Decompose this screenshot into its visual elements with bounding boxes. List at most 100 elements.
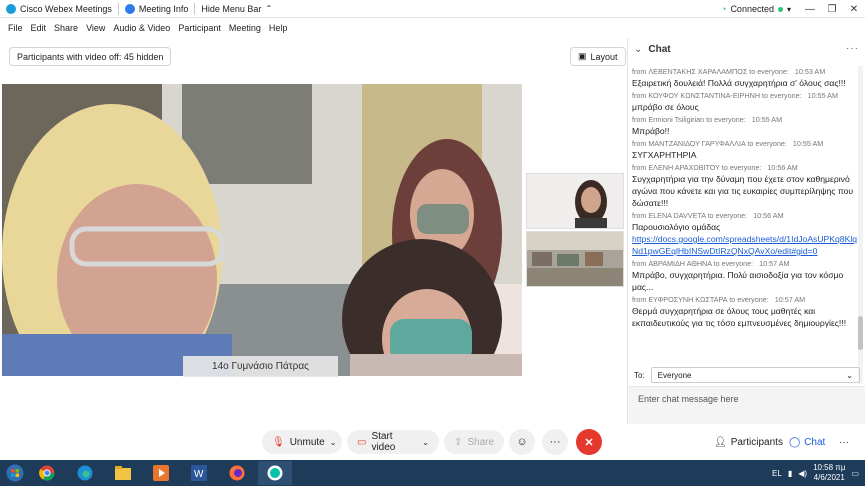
leave-meeting-button[interactable]: ✕ <box>576 429 602 455</box>
hidden-participants-button[interactable]: Participants with video off: 45 hidden <box>9 47 172 66</box>
reactions-button[interactable]: ☺ <box>509 429 535 455</box>
video-off-icon: ▭ <box>357 436 367 448</box>
active-speaker-video[interactable] <box>2 84 522 376</box>
volume-icon[interactable]: ◀) <box>798 469 807 478</box>
network-icon[interactable]: ▮ <box>788 469 792 478</box>
chat-message-list[interactable]: from ΛΕΒΕΝΤΑΚΗΣ ΧΑΡΑΛΑΜΠΟΣ to everyone: 1… <box>632 66 858 384</box>
chat-text: Εξαιρετική δουλειά! Πολλά συγχαρητήρια σ… <box>632 78 846 88</box>
taskbar-webex[interactable] <box>258 461 292 485</box>
connection-status-label: Connected <box>730 4 774 14</box>
participants-icon: 👤︎ <box>714 436 727 448</box>
more-icon: ··· <box>549 436 561 448</box>
layout-button[interactable]: ▣ Layout <box>570 47 626 66</box>
chat-button[interactable]: ◯ Chat <box>783 430 831 454</box>
hidden-participants-label: Participants with video off: 45 hidden <box>17 51 164 62</box>
chat-time: 10:57 AM <box>759 259 790 268</box>
media-player-icon <box>153 465 169 481</box>
menu-view[interactable]: View <box>82 23 109 33</box>
chat-input-placeholder: Enter chat message here <box>638 394 739 404</box>
close-window-button[interactable]: ✕ <box>843 0 865 18</box>
status-dot-icon <box>777 6 783 12</box>
start-button[interactable] <box>0 461 30 485</box>
connection-status[interactable]: ◔ Connected ▾ <box>713 4 799 14</box>
recipient-label: To: <box>634 370 645 380</box>
start-video-label: Start video <box>371 431 396 453</box>
recipient-select[interactable]: Everyone ⌄ <box>650 367 860 383</box>
chat-message: from ΕΥΦΡΟΣΥΝΗ ΚΩΣΤΑΡΑ to everyone: 10:57… <box>632 294 858 329</box>
chat-title: Chat <box>648 43 671 55</box>
chat-text: Θερμά συγχαρητήρια σε όλους τους μαθητές… <box>632 306 847 328</box>
share-screen-icon: ⇪ <box>454 436 463 448</box>
more-options-icon[interactable]: ··· <box>846 43 859 54</box>
smiley-icon: ☺ <box>516 436 528 448</box>
menu-audio-video[interactable]: Audio & Video <box>109 23 174 33</box>
more-icon: ··· <box>839 436 849 448</box>
video-frame-image <box>2 84 522 376</box>
menu-edit[interactable]: Edit <box>27 23 51 33</box>
chat-sender: from ΑΒΡΑΜΙΔΗ ΑΘΗΝΑ to everyone: <box>632 259 754 268</box>
chevron-down-icon[interactable]: ⌄ <box>634 44 642 55</box>
maximize-button[interactable]: ❐ <box>821 0 843 18</box>
chat-link[interactable]: https://docs.google.com/spreadsheets/d/1… <box>632 233 858 257</box>
layout-icon: ▣ <box>578 51 587 61</box>
thumbnail-image <box>527 174 623 228</box>
participants-button[interactable]: 👤︎ Participants <box>708 430 789 454</box>
taskbar-chrome[interactable] <box>30 461 64 485</box>
more-panels-button[interactable]: ··· <box>833 430 855 454</box>
microphone-muted-icon: 🎙︎ <box>272 436 285 448</box>
taskbar-edge[interactable] <box>68 461 102 485</box>
chevron-down-icon: ⌄ <box>329 437 337 447</box>
chat-time: 10:55 AM <box>807 91 838 100</box>
chat-text: Μπράβο!! <box>632 126 670 136</box>
chat-header: ⌄ Chat <box>628 38 865 60</box>
notifications-icon[interactable]: ▭ <box>851 469 859 478</box>
menu-meeting[interactable]: Meeting <box>225 23 265 33</box>
scrollbar-thumb[interactable] <box>858 316 863 350</box>
chat-message: from ΕΛΕΝΗ ΑΡΑΧΩΒΙΤΟΥ to everyone: 10:56 … <box>632 162 858 209</box>
chat-input[interactable]: Enter chat message here <box>628 386 865 424</box>
menu-share[interactable]: Share <box>50 23 82 33</box>
signal-icon: ◔ <box>721 4 727 14</box>
unmute-button[interactable]: 🎙︎ Unmute ⌄ <box>262 430 342 454</box>
share-label: Share <box>467 436 495 448</box>
chat-message: from ΜΑΝΤΖΑΝΙΔΟΥ ΓΑΡΥΦΑΛΛΙΑ to everyone:… <box>632 138 858 161</box>
hide-menu-bar-button[interactable]: Hide Menu Bar ⌃ <box>195 0 278 18</box>
language-indicator[interactable]: EL <box>772 469 782 478</box>
app-title: Cisco Webex Meetings <box>0 0 118 18</box>
chat-scrollbar[interactable] <box>858 66 863 384</box>
info-icon <box>124 3 135 14</box>
minimize-button[interactable]: — <box>799 0 821 18</box>
clock[interactable]: 10:58 πμ 4/6/2021 <box>813 463 845 483</box>
close-icon: ✕ <box>584 436 594 449</box>
participant-thumbnail-2[interactable] <box>526 231 624 287</box>
taskbar-explorer[interactable] <box>106 461 140 485</box>
chat-time: 10:53 AM <box>794 67 826 76</box>
thumbnail-image <box>527 232 623 286</box>
recipient-row: To: Everyone ⌄ <box>634 367 860 383</box>
taskbar-firefox[interactable] <box>220 461 254 485</box>
chat-button-label: Chat <box>804 436 826 448</box>
chat-panel: ⌄ Chat ··· from ΛΕΒΕΝΤΑΚΗΣ ΧΑΡΑΛΑΜΠΟΣ to… <box>627 38 865 424</box>
share-button[interactable]: ⇪ Share <box>444 430 504 454</box>
chat-sender: from ELENA DAVVETA to everyone: <box>632 211 748 220</box>
svg-text:W: W <box>194 469 204 480</box>
clock-time: 10:58 πμ <box>813 463 846 472</box>
chat-time: 10:55 AM <box>792 139 824 148</box>
firefox-icon <box>229 465 245 481</box>
more-button[interactable]: ··· <box>542 429 568 455</box>
menu-participant[interactable]: Participant <box>174 23 225 33</box>
chevron-up-icon: ⌃ <box>265 4 273 13</box>
title-bar: Cisco Webex Meetings Meeting Info Hide M… <box>0 0 865 18</box>
meeting-info-label: Meeting Info <box>138 3 189 14</box>
edge-icon <box>77 465 93 481</box>
chat-time: 10:57 AM <box>774 295 806 304</box>
participant-thumbnail-1[interactable] <box>526 173 624 229</box>
start-video-button[interactable]: ▭ Start video ⌄ <box>347 430 439 454</box>
chat-message: from ΛΕΒΕΝΤΑΚΗΣ ΧΑΡΑΛΑΜΠΟΣ to everyone: 1… <box>632 66 858 89</box>
chat-sender: from ΚΟΥΦΟΥ ΚΩΝΣΤΑΝΤΙΝΑ-ΕΙΡΗΝΗ to everyo… <box>632 91 802 100</box>
taskbar-word[interactable]: W <box>182 461 216 485</box>
meeting-info-button[interactable]: Meeting Info <box>119 0 195 18</box>
menu-file[interactable]: File <box>4 23 27 33</box>
taskbar-media[interactable] <box>144 461 178 485</box>
menu-help[interactable]: Help <box>265 23 292 33</box>
